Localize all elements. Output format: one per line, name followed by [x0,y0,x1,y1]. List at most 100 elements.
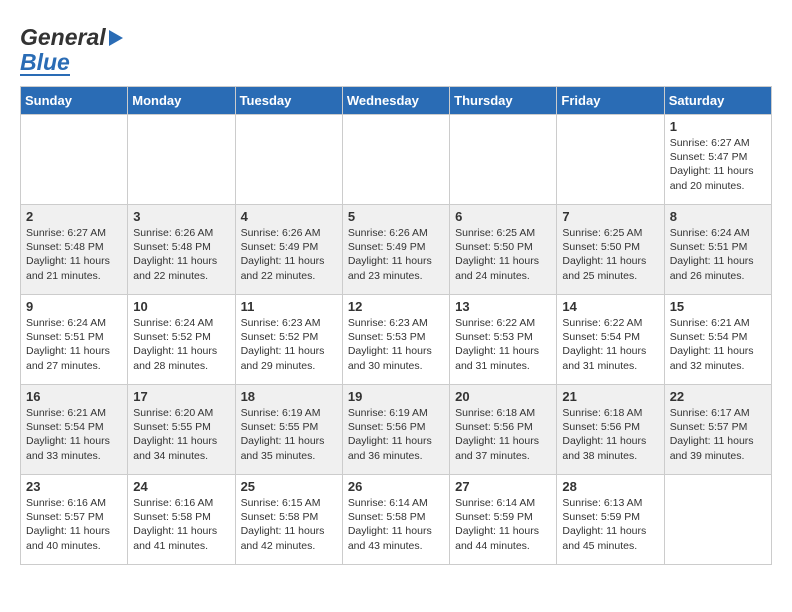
calendar-cell [21,115,128,205]
calendar-week-row: 9 Sunrise: 6:24 AM Sunset: 5:51 PM Daylig… [21,295,772,385]
calendar-cell: 26 Sunrise: 6:14 AM Sunset: 5:58 PM Dayli… [342,475,449,565]
calendar-header-row: SundayMondayTuesdayWednesdayThursdayFrid… [21,87,772,115]
day-info: Sunrise: 6:27 AM Sunset: 5:47 PM Dayligh… [670,136,766,193]
day-info: Sunrise: 6:24 AM Sunset: 5:52 PM Dayligh… [133,316,229,373]
day-info: Sunrise: 6:23 AM Sunset: 5:52 PM Dayligh… [241,316,337,373]
day-info: Sunrise: 6:18 AM Sunset: 5:56 PM Dayligh… [562,406,658,463]
calendar-cell: 21Sunrise: 6:18 AM Sunset: 5:56 PM Dayli… [557,385,664,475]
day-info: Sunrise: 6:13 AM Sunset: 5:59 PM Dayligh… [562,496,658,553]
calendar-cell [664,475,771,565]
day-info: Sunrise: 6:26 AM Sunset: 5:49 PM Dayligh… [348,226,444,283]
day-number: 23 [26,479,122,494]
day-of-week-header: Saturday [664,87,771,115]
day-number: 9 [26,299,122,314]
day-of-week-header: Monday [128,87,235,115]
calendar-cell [450,115,557,205]
day-of-week-header: Sunday [21,87,128,115]
calendar-cell: 4Sunrise: 6:26 AM Sunset: 5:49 PM Daylig… [235,205,342,295]
calendar-cell: 2Sunrise: 6:27 AM Sunset: 5:48 PM Daylig… [21,205,128,295]
day-number: 25 [241,479,337,494]
day-number: 4 [241,209,337,224]
calendar-week-row: 16 Sunrise: 6:21 AM Sunset: 5:54 PM Dayli… [21,385,772,475]
calendar-cell: 18 Sunrise: 6:19 AM Sunset: 5:55 PM Dayli… [235,385,342,475]
calendar-cell: 8 Sunrise: 6:24 AM Sunset: 5:51 PM Daylig… [664,205,771,295]
day-info: Sunrise: 6:18 AM Sunset: 5:56 PM Dayligh… [455,406,551,463]
day-info: Sunrise: 6:19 AM Sunset: 5:55 PM Dayligh… [241,406,337,463]
calendar-cell [235,115,342,205]
day-number: 16 [26,389,122,404]
day-info: Sunrise: 6:22 AM Sunset: 5:54 PM Dayligh… [562,316,658,373]
calendar-cell: 14Sunrise: 6:22 AM Sunset: 5:54 PM Dayli… [557,295,664,385]
day-number: 10 [133,299,229,314]
calendar-cell [128,115,235,205]
calendar-cell: 19 Sunrise: 6:19 AM Sunset: 5:56 PM Dayli… [342,385,449,475]
calendar-cell: 25 Sunrise: 6:15 AM Sunset: 5:58 PM Dayli… [235,475,342,565]
day-number: 13 [455,299,551,314]
calendar-cell: 10 Sunrise: 6:24 AM Sunset: 5:52 PM Dayli… [128,295,235,385]
calendar-cell: 20 Sunrise: 6:18 AM Sunset: 5:56 PM Dayli… [450,385,557,475]
calendar-cell [557,115,664,205]
day-info: Sunrise: 6:21 AM Sunset: 5:54 PM Dayligh… [670,316,766,373]
day-info: Sunrise: 6:25 AM Sunset: 5:50 PM Dayligh… [455,226,551,283]
day-info: Sunrise: 6:23 AM Sunset: 5:53 PM Dayligh… [348,316,444,373]
calendar-cell: 6 Sunrise: 6:25 AM Sunset: 5:50 PM Daylig… [450,205,557,295]
day-info: Sunrise: 6:26 AM Sunset: 5:48 PM Dayligh… [133,226,229,283]
day-number: 15 [670,299,766,314]
day-number: 27 [455,479,551,494]
calendar-cell: 27 Sunrise: 6:14 AM Sunset: 5:59 PM Dayli… [450,475,557,565]
calendar-cell: 28 Sunrise: 6:13 AM Sunset: 5:59 PM Dayli… [557,475,664,565]
day-number: 7 [562,209,658,224]
day-info: Sunrise: 6:14 AM Sunset: 5:58 PM Dayligh… [348,496,444,553]
calendar-cell [342,115,449,205]
calendar-cell: 13 Sunrise: 6:22 AM Sunset: 5:53 PM Dayli… [450,295,557,385]
day-info: Sunrise: 6:24 AM Sunset: 5:51 PM Dayligh… [26,316,122,373]
logo-arrow-icon [109,30,123,46]
day-info: Sunrise: 6:15 AM Sunset: 5:58 PM Dayligh… [241,496,337,553]
calendar-cell: 1 Sunrise: 6:27 AM Sunset: 5:47 PM Daylig… [664,115,771,205]
day-number: 22 [670,389,766,404]
calendar-cell: 7 Sunrise: 6:25 AM Sunset: 5:50 PM Daylig… [557,205,664,295]
day-number: 8 [670,209,766,224]
day-number: 1 [670,119,766,134]
day-number: 28 [562,479,658,494]
calendar-cell: 17 Sunrise: 6:20 AM Sunset: 5:55 PM Dayli… [128,385,235,475]
logo: General Blue [20,20,123,76]
day-info: Sunrise: 6:20 AM Sunset: 5:55 PM Dayligh… [133,406,229,463]
day-number: 17 [133,389,229,404]
day-info: Sunrise: 6:25 AM Sunset: 5:50 PM Dayligh… [562,226,658,283]
calendar-cell: 11 Sunrise: 6:23 AM Sunset: 5:52 PM Dayli… [235,295,342,385]
day-of-week-header: Friday [557,87,664,115]
calendar-cell: 5 Sunrise: 6:26 AM Sunset: 5:49 PM Daylig… [342,205,449,295]
day-number: 18 [241,389,337,404]
calendar-cell: 3 Sunrise: 6:26 AM Sunset: 5:48 PM Daylig… [128,205,235,295]
calendar-week-row: 1 Sunrise: 6:27 AM Sunset: 5:47 PM Daylig… [21,115,772,205]
calendar-cell: 12 Sunrise: 6:23 AM Sunset: 5:53 PM Dayli… [342,295,449,385]
day-number: 24 [133,479,229,494]
day-number: 6 [455,209,551,224]
day-number: 26 [348,479,444,494]
day-info: Sunrise: 6:19 AM Sunset: 5:56 PM Dayligh… [348,406,444,463]
day-number: 5 [348,209,444,224]
calendar-cell: 22Sunrise: 6:17 AM Sunset: 5:57 PM Dayli… [664,385,771,475]
day-number: 2 [26,209,122,224]
calendar-cell: 15 Sunrise: 6:21 AM Sunset: 5:54 PM Dayli… [664,295,771,385]
day-info: Sunrise: 6:22 AM Sunset: 5:53 PM Dayligh… [455,316,551,373]
day-info: Sunrise: 6:16 AM Sunset: 5:57 PM Dayligh… [26,496,122,553]
day-info: Sunrise: 6:14 AM Sunset: 5:59 PM Dayligh… [455,496,551,553]
page-header: General Blue [20,20,772,76]
day-number: 20 [455,389,551,404]
day-number: 11 [241,299,337,314]
calendar-week-row: 2Sunrise: 6:27 AM Sunset: 5:48 PM Daylig… [21,205,772,295]
calendar-cell: 9 Sunrise: 6:24 AM Sunset: 5:51 PM Daylig… [21,295,128,385]
day-of-week-header: Wednesday [342,87,449,115]
calendar-cell: 16 Sunrise: 6:21 AM Sunset: 5:54 PM Dayli… [21,385,128,475]
day-number: 19 [348,389,444,404]
calendar-cell: 23 Sunrise: 6:16 AM Sunset: 5:57 PM Dayli… [21,475,128,565]
day-info: Sunrise: 6:16 AM Sunset: 5:58 PM Dayligh… [133,496,229,553]
day-info: Sunrise: 6:24 AM Sunset: 5:51 PM Dayligh… [670,226,766,283]
logo-blue-text: Blue [20,51,70,76]
day-number: 12 [348,299,444,314]
calendar-week-row: 23 Sunrise: 6:16 AM Sunset: 5:57 PM Dayli… [21,475,772,565]
day-number: 3 [133,209,229,224]
day-info: Sunrise: 6:21 AM Sunset: 5:54 PM Dayligh… [26,406,122,463]
